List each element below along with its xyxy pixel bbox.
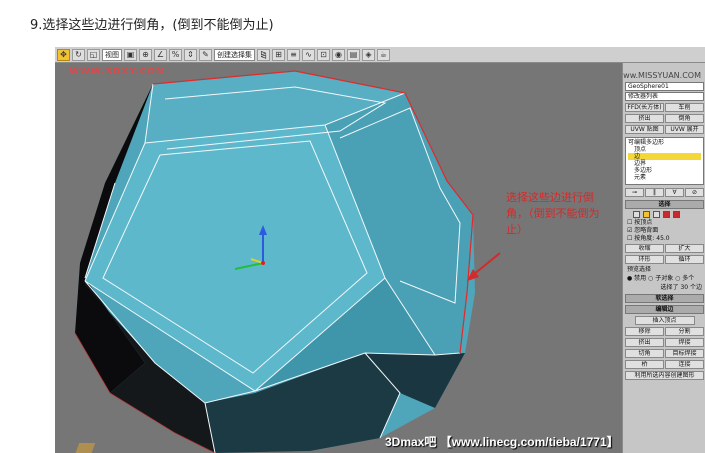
stack-root-editable-poly[interactable]: 可编辑多边形 bbox=[628, 139, 701, 146]
select-icon[interactable]: ▣ bbox=[124, 48, 137, 61]
ignore-backfacing-checkbox[interactable]: ☑ 忽略背面 bbox=[623, 227, 705, 235]
edit-named-sel-icon[interactable]: ✎ bbox=[199, 48, 212, 61]
lathe-button[interactable]: 车削 bbox=[665, 103, 704, 112]
uvw-unwrap-button[interactable]: UVW 展开 bbox=[665, 125, 704, 134]
ffd-box-button[interactable]: FFD(长方体) bbox=[625, 103, 664, 112]
mirror-icon[interactable]: ⧎ bbox=[257, 48, 270, 61]
stack-tools-row: ⊸ ‖ ∀ ⊘ bbox=[623, 187, 705, 198]
show-end-result-icon[interactable]: ‖ bbox=[645, 188, 664, 197]
split-button[interactable]: 分割 bbox=[665, 327, 704, 336]
border-mode-icon[interactable] bbox=[653, 211, 660, 218]
curve-icon[interactable]: ∿ bbox=[302, 48, 315, 61]
perspective-viewport[interactable]: WWW.3DXY.COM 选择这些边进行倒角，（倒到不能倒为止） 3Dmax吧 … bbox=[55, 63, 622, 453]
preview-options-radio[interactable]: ● 禁用 ○ 子对象 ○ 多个 bbox=[623, 274, 705, 283]
layer-icon[interactable]: ≡ bbox=[287, 48, 300, 61]
angle-snap-icon[interactable]: ∠ bbox=[154, 48, 167, 61]
ring-button[interactable]: 环形 bbox=[625, 255, 664, 264]
edit-edges-rollout-header[interactable]: 编辑边 bbox=[625, 305, 704, 314]
schematic-icon[interactable]: ⊡ bbox=[317, 48, 330, 61]
polygon-mode-icon[interactable] bbox=[663, 211, 670, 218]
material-icon[interactable]: ◉ bbox=[332, 48, 345, 61]
vertex-mode-icon[interactable] bbox=[633, 211, 640, 218]
stack-item-element[interactable]: 元素 bbox=[628, 174, 701, 181]
edge-mode-icon[interactable] bbox=[643, 211, 650, 218]
chamfer-button[interactable]: 切角 bbox=[625, 349, 664, 358]
grow-button[interactable]: 扩大 bbox=[665, 244, 704, 253]
object-name-field[interactable]: GeoSphere01 bbox=[625, 82, 704, 91]
main-toolbar: ✥ ↻ ◱ 视图 ▣ ⊕ ∠ % ⇕ ✎ 创建选择集 ⧎ ⊞ ≡ ∿ ⊡ ◉ ▤… bbox=[55, 47, 705, 63]
step-title: 9.选择这些边进行倒角，(倒到不能倒为止) bbox=[30, 18, 274, 33]
angle-value[interactable]: 45.0 bbox=[656, 235, 669, 242]
extrude-button[interactable]: 挤出 bbox=[625, 338, 664, 347]
command-panel: 思缘设计论坛 www.MISSYUAN.COM GeoSphere01 修改器列… bbox=[622, 63, 705, 453]
rotate-icon[interactable]: ↻ bbox=[72, 48, 85, 61]
annotation-text: 选择这些边进行倒角，（倒到不能倒为止） bbox=[506, 191, 600, 236]
weld-button[interactable]: 焊接 bbox=[665, 338, 704, 347]
render-icon[interactable]: ◈ bbox=[362, 48, 375, 61]
scale-icon[interactable]: ◱ bbox=[87, 48, 100, 61]
modifier-stack[interactable]: 可编辑多边形 顶点 边 边界 多边形 元素 bbox=[625, 137, 704, 185]
create-shape-button[interactable]: 利用所选内容创建图形 bbox=[625, 371, 704, 380]
snap-icon[interactable]: ⊕ bbox=[139, 48, 152, 61]
make-unique-icon[interactable]: ∀ bbox=[665, 188, 684, 197]
shrink-button[interactable]: 收缩 bbox=[625, 244, 664, 253]
selection-rollout-header[interactable]: 选择 bbox=[625, 200, 704, 209]
insert-vertex-button[interactable]: 插入顶点 bbox=[634, 316, 695, 325]
stack-item-border[interactable]: 边界 bbox=[628, 160, 701, 167]
stack-item-polygon[interactable]: 多边形 bbox=[628, 167, 701, 174]
connect-button[interactable]: 连接 bbox=[665, 360, 704, 369]
teapot-icon[interactable]: ☕ bbox=[377, 48, 390, 61]
element-mode-icon[interactable] bbox=[673, 211, 680, 218]
dodecahedron-model[interactable] bbox=[55, 63, 622, 453]
by-vertex-checkbox[interactable]: ☐ 按顶点 bbox=[623, 219, 705, 227]
remove-button[interactable]: 移除 bbox=[625, 327, 664, 336]
modifier-list-dropdown[interactable]: 修改器列表 bbox=[625, 92, 704, 101]
selection-status: 选择了 30 个边 bbox=[660, 284, 702, 291]
named-selection-select[interactable]: 创建选择集 bbox=[214, 48, 255, 61]
loop-button[interactable]: 循环 bbox=[665, 255, 704, 264]
render-setup-icon[interactable]: ▤ bbox=[347, 48, 360, 61]
subobject-icons bbox=[623, 210, 705, 219]
stack-item-edge[interactable]: 边 bbox=[628, 153, 701, 160]
extrude-mod-button[interactable]: 挤出 bbox=[625, 114, 664, 123]
remove-modifier-icon[interactable]: ⊘ bbox=[685, 188, 704, 197]
bevel-mod-button[interactable]: 倒角 bbox=[665, 114, 704, 123]
soft-selection-rollout-header[interactable]: 软选择 bbox=[625, 294, 704, 303]
uvw-map-button[interactable]: UVW 贴图 bbox=[625, 125, 664, 134]
bridge-button[interactable]: 桥 bbox=[625, 360, 664, 369]
by-angle-checkbox[interactable]: ☐ 按角度: 45.0 bbox=[623, 235, 705, 243]
site-watermark: 思缘设计论坛 www.MISSYUAN.COM bbox=[622, 71, 701, 80]
target-weld-button[interactable]: 目标焊接 bbox=[665, 349, 704, 358]
watermark-bottom: 3Dmax吧 【www.linecg.com/tieba/1771】 bbox=[385, 435, 619, 449]
move-icon[interactable]: ✥ bbox=[57, 48, 70, 61]
watermark-top: WWW.3DXY.COM bbox=[69, 67, 166, 77]
spinner-snap-icon[interactable]: ⇕ bbox=[184, 48, 197, 61]
preview-selection-label: 预览选择 bbox=[627, 266, 652, 273]
pin-stack-icon[interactable]: ⊸ bbox=[625, 188, 644, 197]
align-icon[interactable]: ⊞ bbox=[272, 48, 285, 61]
percent-snap-icon[interactable]: % bbox=[169, 48, 182, 61]
app-window: ✥ ↻ ◱ 视图 ▣ ⊕ ∠ % ⇕ ✎ 创建选择集 ⧎ ⊞ ≡ ∿ ⊡ ◉ ▤… bbox=[55, 47, 705, 453]
stack-item-vertex[interactable]: 顶点 bbox=[628, 146, 701, 153]
view-select[interactable]: 视图 bbox=[102, 48, 122, 61]
